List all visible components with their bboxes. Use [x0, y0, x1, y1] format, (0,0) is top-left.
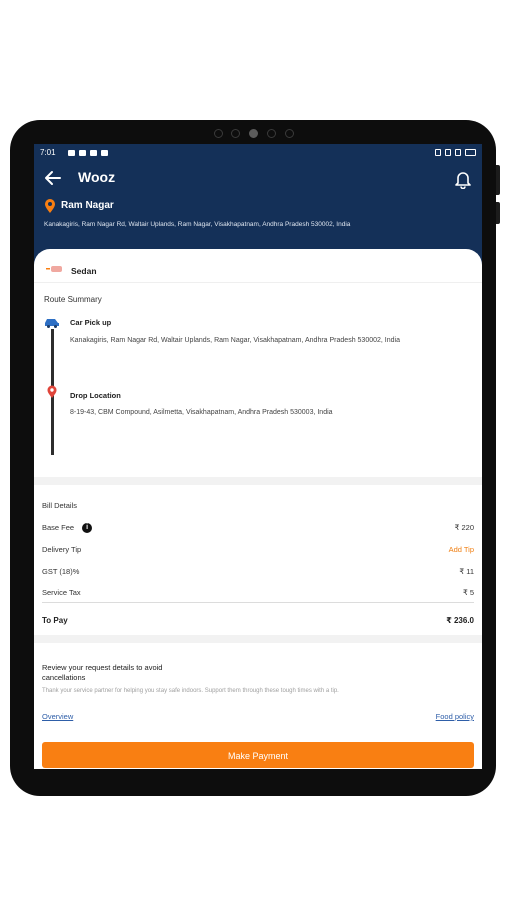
make-payment-button[interactable]: Make Payment — [42, 742, 474, 768]
vehicle-type: Sedan — [71, 266, 97, 276]
info-icon[interactable]: i — [82, 523, 93, 534]
route-summary-title: Route Summary — [44, 295, 102, 304]
to-pay-row: To Pay ₹ 236.0 — [42, 616, 474, 628]
gst-label: GST (18)% — [42, 567, 80, 576]
divider — [42, 602, 474, 603]
section-gap — [34, 477, 482, 485]
to-pay-amount: ₹ 236.0 — [446, 616, 474, 625]
drop-location-pin-icon — [47, 385, 57, 398]
route-card: Sedan Route Summary Car Pick up Kanakagi… — [34, 249, 482, 481]
notification-bell-icon[interactable] — [454, 169, 472, 189]
sensor-dot — [214, 129, 223, 138]
thanks-note: Thank your service partner for helping y… — [42, 688, 339, 694]
delivery-tip-row: Delivery Tip Add Tip — [42, 545, 474, 557]
service-tax-row: Service Tax ₹ 5 — [42, 588, 474, 600]
overview-link[interactable]: Overview — [42, 712, 73, 721]
service-tax-amount: ₹ 5 — [462, 588, 474, 597]
sensor-dot — [267, 129, 276, 138]
car-icon — [45, 319, 59, 328]
gst-row: GST (18)% ₹ 11 — [42, 567, 474, 579]
location-pin-icon — [45, 199, 55, 213]
sensor-dot — [285, 129, 294, 138]
power-button — [496, 165, 500, 195]
volume-button — [496, 202, 500, 224]
tablet-frame: 7:01 Wooz Ram Nagar Kanakagiris, Ram Nag… — [10, 120, 500, 796]
app-header: 7:01 Wooz Ram Nagar Kanakagiris, Ram Nag… — [34, 144, 482, 266]
camera-icon — [249, 129, 258, 138]
base-fee-row: Base Fee i ₹ 220 — [42, 523, 474, 535]
review-heading: Review your request details to avoid can… — [42, 663, 163, 682]
drop-label: Drop Location — [70, 391, 121, 400]
divider — [34, 282, 482, 283]
system-icons — [435, 149, 476, 156]
to-pay-label: To Pay — [42, 616, 68, 625]
status-bar: 7:01 — [40, 147, 476, 161]
location-name: Ram Nagar — [61, 200, 114, 211]
delivery-tip-label: Delivery Tip — [42, 545, 82, 554]
add-tip-link[interactable]: Add Tip — [449, 545, 474, 554]
section-gap — [34, 635, 482, 643]
location-address: Kanakagiris, Ram Nagar Rd, Waltair Uplan… — [44, 221, 351, 228]
pickup-address: Kanakagiris, Ram Nagar Rd, Waltair Uplan… — [70, 337, 400, 344]
app-screen: 7:01 Wooz Ram Nagar Kanakagiris, Ram Nag… — [34, 144, 482, 769]
gst-amount: ₹ 11 — [459, 567, 474, 576]
sensor-dot — [231, 129, 240, 138]
food-policy-link[interactable]: Food policy — [436, 712, 474, 721]
base-fee-label: Base Fee — [42, 523, 75, 532]
pickup-label: Car Pick up — [70, 318, 112, 327]
status-time: 7:01 — [40, 148, 56, 157]
back-arrow-icon[interactable] — [44, 169, 62, 187]
drop-address: 8-19-43, CBM Compound, Asilmetta, Visakh… — [70, 409, 333, 416]
page-title: Wooz — [78, 169, 116, 185]
wooz-logo-icon — [46, 266, 62, 272]
service-tax-label: Service Tax — [42, 588, 81, 597]
bill-details-title: Bill Details — [42, 501, 78, 510]
base-fee-amount: ₹ 220 — [454, 523, 474, 532]
notification-icons — [68, 150, 108, 156]
